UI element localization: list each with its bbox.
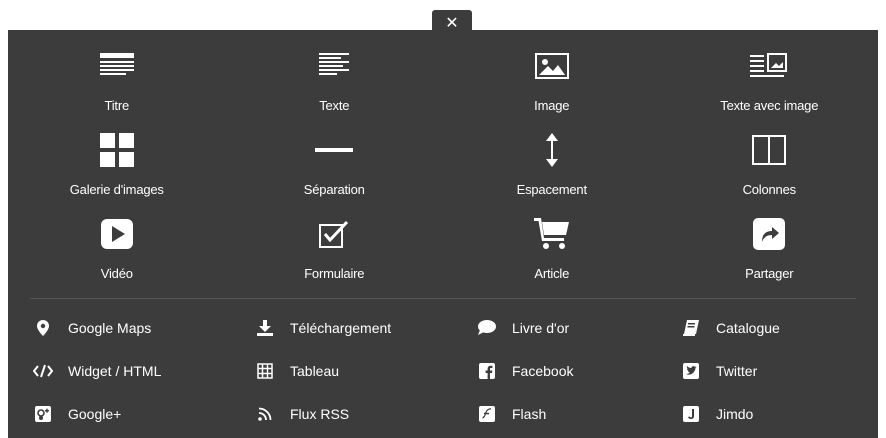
link-label: Téléchargement bbox=[290, 319, 392, 336]
cart-icon bbox=[532, 214, 572, 254]
share-icon bbox=[749, 214, 789, 254]
video-icon bbox=[97, 214, 137, 254]
image-icon bbox=[532, 46, 572, 86]
spacing-icon bbox=[532, 130, 572, 170]
block-label: Séparation bbox=[303, 182, 365, 197]
link-google-maps[interactable]: Google Maps bbox=[8, 306, 230, 349]
block-formulaire[interactable]: Formulaire bbox=[226, 214, 444, 298]
block-label: Partager bbox=[745, 266, 794, 281]
speech-bubble-icon bbox=[476, 318, 498, 338]
block-article[interactable]: Article bbox=[443, 214, 661, 298]
flash-icon bbox=[476, 404, 498, 424]
columns-icon bbox=[749, 130, 789, 170]
link-jimdo[interactable]: Jimdo bbox=[656, 392, 878, 435]
link-facebook[interactable]: Facebook bbox=[452, 349, 656, 392]
block-label: Titre bbox=[104, 98, 130, 113]
block-titre[interactable]: Titre bbox=[8, 46, 226, 130]
link-tableau[interactable]: Tableau bbox=[230, 349, 452, 392]
map-pin-icon bbox=[32, 318, 54, 338]
title-icon bbox=[97, 46, 137, 86]
link-label: Jimdo bbox=[716, 405, 754, 422]
link-twitter[interactable]: Twitter bbox=[656, 349, 878, 392]
rss-icon bbox=[254, 404, 276, 424]
block-texte[interactable]: Texte bbox=[226, 46, 444, 130]
block-espacement[interactable]: Espacement bbox=[443, 130, 661, 214]
code-icon bbox=[32, 361, 54, 381]
link-label: Flux RSS bbox=[290, 405, 350, 422]
block-grid: Titre Texte Image Texte avec image Galer… bbox=[8, 30, 878, 298]
catalogue-icon bbox=[680, 318, 702, 338]
link-label: Catalogue bbox=[716, 319, 780, 336]
table-icon bbox=[254, 361, 276, 381]
link-label: Google+ bbox=[68, 405, 122, 422]
link-google-plus[interactable]: Google+ bbox=[8, 392, 230, 435]
divider bbox=[30, 298, 856, 299]
text-with-image-icon bbox=[749, 46, 789, 86]
block-video[interactable]: Vidéo bbox=[8, 214, 226, 298]
link-flux-rss[interactable]: Flux RSS bbox=[230, 392, 452, 435]
block-colonnes[interactable]: Colonnes bbox=[661, 130, 879, 214]
link-label: Facebook bbox=[512, 362, 574, 379]
block-partager[interactable]: Partager bbox=[661, 214, 879, 298]
link-list: Google Maps Téléchargement Livre d'or Ca… bbox=[8, 306, 878, 435]
block-label: Vidéo bbox=[100, 266, 133, 281]
link-telechargement[interactable]: Téléchargement bbox=[230, 306, 452, 349]
facebook-icon bbox=[476, 361, 498, 381]
block-texte-avec-image[interactable]: Texte avec image bbox=[661, 46, 879, 130]
block-label: Formulaire bbox=[304, 266, 365, 281]
block-label: Texte bbox=[319, 98, 350, 113]
block-separation[interactable]: Séparation bbox=[226, 130, 444, 214]
link-label: Flash bbox=[512, 405, 547, 422]
block-label: Image bbox=[534, 98, 570, 113]
add-element-panel: Titre Texte Image Texte avec image Galer… bbox=[8, 30, 878, 438]
google-plus-icon bbox=[32, 404, 54, 424]
link-livre-dor[interactable]: Livre d'or bbox=[452, 306, 656, 349]
twitter-icon bbox=[680, 361, 702, 381]
separator-icon bbox=[314, 130, 354, 170]
text-icon bbox=[314, 46, 354, 86]
link-label: Widget / HTML bbox=[68, 362, 162, 379]
close-icon: ✕ bbox=[445, 12, 459, 32]
download-icon bbox=[254, 318, 276, 338]
form-icon bbox=[314, 214, 354, 254]
block-label: Colonnes bbox=[742, 182, 797, 197]
link-label: Livre d'or bbox=[512, 319, 570, 336]
block-label: Texte avec image bbox=[720, 98, 819, 113]
block-label: Article bbox=[534, 266, 570, 281]
jimdo-icon bbox=[680, 404, 702, 424]
link-label: Google Maps bbox=[68, 319, 152, 336]
link-catalogue[interactable]: Catalogue bbox=[656, 306, 878, 349]
link-flash[interactable]: Flash bbox=[452, 392, 656, 435]
block-label: Galerie d'images bbox=[69, 182, 164, 197]
block-galerie[interactable]: Galerie d'images bbox=[8, 130, 226, 214]
link-label: Twitter bbox=[716, 362, 758, 379]
link-label: Tableau bbox=[290, 362, 340, 379]
gallery-icon bbox=[97, 130, 137, 170]
block-label: Espacement bbox=[516, 182, 587, 197]
block-image[interactable]: Image bbox=[443, 46, 661, 130]
link-widget-html[interactable]: Widget / HTML bbox=[8, 349, 230, 392]
